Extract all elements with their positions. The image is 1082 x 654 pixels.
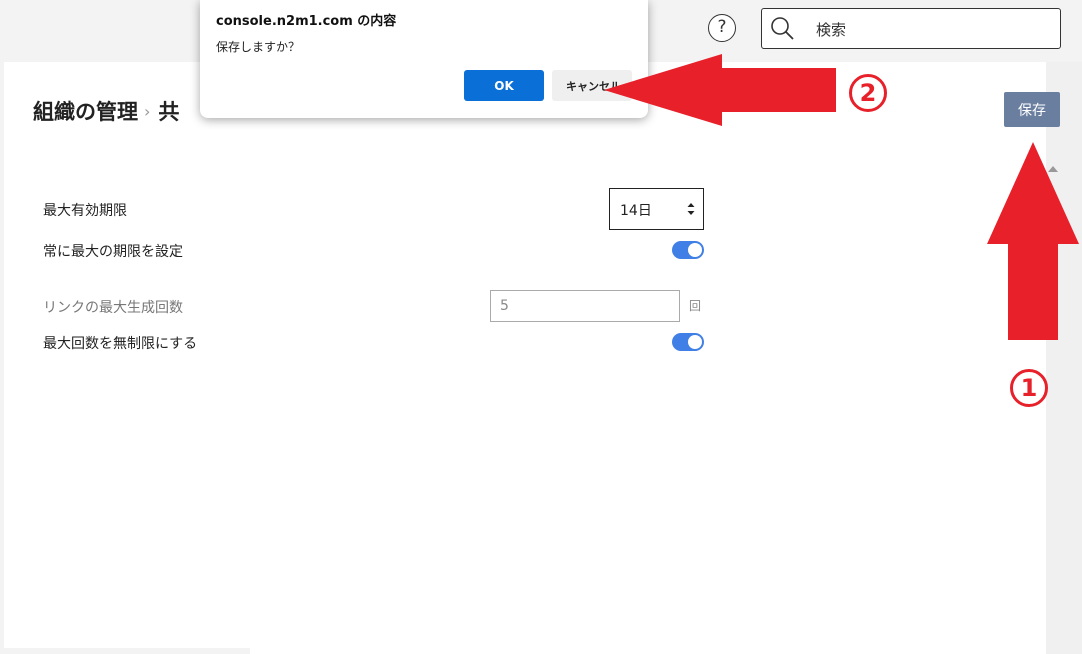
save-button[interactable]: 保存 (1004, 92, 1060, 127)
annotation-arrow-left-icon (604, 54, 836, 126)
confirm-dialog: console.n2m1.com の内容 保存しますか？ OK キャンセル (200, 0, 648, 118)
max-expiry-label: 最大有効期限 (43, 203, 127, 219)
unlimited-label: 最大回数を無制限にする (43, 336, 198, 352)
help-icon[interactable]: ? (708, 14, 736, 42)
breadcrumb-current: 共 (158, 100, 180, 124)
link-max-count-input[interactable]: 5 (490, 290, 680, 322)
always-max-label: 常に最大の期限を設定 (43, 244, 183, 260)
always-max-toggle[interactable] (672, 241, 704, 259)
bottom-edge (0, 648, 250, 654)
unlimited-toggle[interactable] (672, 333, 704, 351)
toggle-knob (688, 335, 702, 349)
max-expiry-stepper[interactable]: 14日 (609, 188, 704, 230)
dialog-message: 保存しますか？ (216, 40, 301, 54)
annotation-badge-1: 1 (1010, 369, 1048, 407)
breadcrumb-root[interactable]: 組織の管理 (33, 100, 138, 124)
annotation-arrow-up-icon (987, 142, 1079, 340)
page: ? 検索 組織の管理 › 共 保存 最大有効期限 14日 常に最大の期限を設定 リン… (0, 0, 1082, 654)
search-icon (771, 17, 794, 40)
link-max-count-label: リンクの最大生成回数 (43, 300, 183, 316)
main-panel (4, 62, 1046, 654)
count-unit-label: 回 (689, 299, 702, 313)
breadcrumb-separator-icon: › (144, 102, 151, 121)
ok-button[interactable]: OK (464, 70, 544, 101)
search-input[interactable]: 検索 (761, 8, 1061, 49)
search-placeholder: 検索 (816, 21, 847, 39)
breadcrumb: 組織の管理 › 共 (33, 96, 179, 126)
annotation-badge-2: 2 (849, 74, 887, 112)
toggle-knob (688, 243, 702, 257)
dialog-title: console.n2m1.com の内容 (216, 14, 397, 29)
stepper-arrows-icon[interactable] (687, 201, 695, 217)
max-expiry-value: 14日 (620, 203, 652, 219)
